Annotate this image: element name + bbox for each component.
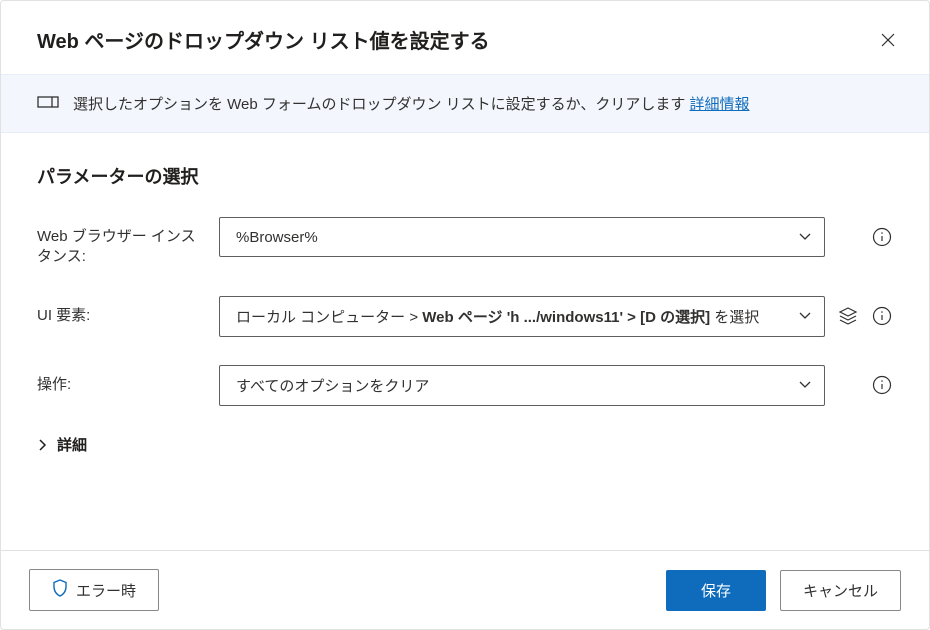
cancel-button[interactable]: キャンセル: [780, 570, 901, 611]
chevron-right-icon: [37, 438, 49, 450]
close-icon: [881, 33, 895, 47]
chevron-down-icon: [798, 377, 812, 394]
browser-instance-label: Web ブラウザー インスタンス:: [37, 217, 205, 268]
save-button[interactable]: 保存: [666, 570, 766, 611]
info-icon: [872, 306, 892, 326]
ui-element-dropdown[interactable]: ローカル コンピューター > Web ページ 'h .../windows11'…: [219, 296, 825, 337]
operation-label: 操作:: [37, 365, 205, 395]
on-error-button[interactable]: エラー時: [29, 569, 159, 611]
dialog-footer: エラー時 保存 キャンセル: [1, 550, 929, 629]
ui-element-info-button[interactable]: [871, 305, 893, 327]
dialog-header: Web ページのドロップダウン リスト値を設定する: [1, 1, 929, 74]
browser-instance-dropdown[interactable]: %Browser%: [219, 217, 825, 257]
chevron-down-icon: [798, 229, 812, 246]
ui-element-picker-button[interactable]: [837, 305, 859, 327]
shield-icon: [52, 579, 68, 601]
section-title: パラメーターの選択: [37, 163, 893, 189]
operation-info-button[interactable]: [871, 374, 893, 396]
operation-row: 操作: すべてのオプションをクリア: [37, 365, 893, 406]
banner-text: 選択したオプションを Web フォームのドロップダウン リストに設定するか、クリ…: [73, 93, 750, 114]
dialog-title: Web ページのドロップダウン リスト値を設定する: [37, 25, 490, 54]
info-icon: [872, 375, 892, 395]
advanced-label: 詳細: [57, 434, 87, 455]
advanced-toggle[interactable]: 詳細: [37, 434, 893, 455]
browser-instance-value: %Browser%: [236, 229, 318, 246]
operation-dropdown[interactable]: すべてのオプションをクリア: [219, 365, 825, 406]
dialog-content: パラメーターの選択 Web ブラウザー インスタンス: %Browser% UI…: [1, 133, 929, 550]
close-button[interactable]: [879, 31, 897, 49]
browser-info-button[interactable]: [871, 226, 893, 248]
browser-instance-row: Web ブラウザー インスタンス: %Browser%: [37, 217, 893, 268]
info-icon: [872, 227, 892, 247]
operation-value: すべてのオプションをクリア: [236, 375, 429, 396]
more-info-link[interactable]: 詳細情報: [690, 96, 750, 113]
ui-element-label: UI 要素:: [37, 296, 205, 326]
layers-icon: [838, 306, 858, 326]
chevron-down-icon: [798, 308, 812, 325]
dropdown-form-icon: [37, 94, 59, 114]
info-banner: 選択したオプションを Web フォームのドロップダウン リストに設定するか、クリ…: [1, 74, 929, 133]
ui-element-row: UI 要素: ローカル コンピューター > Web ページ 'h .../win…: [37, 296, 893, 337]
ui-element-value: ローカル コンピューター > Web ページ 'h .../windows11'…: [236, 306, 759, 327]
